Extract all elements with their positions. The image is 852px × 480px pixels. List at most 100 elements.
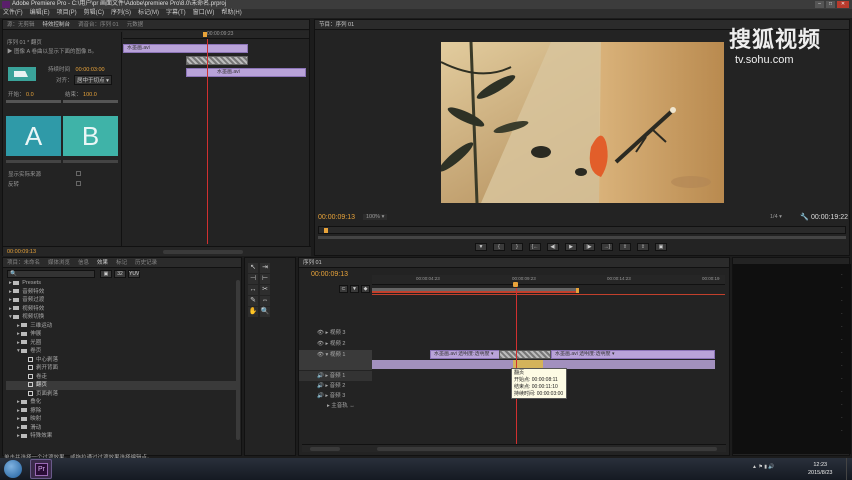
yuv-effects-icon[interactable]: YUV: [128, 270, 140, 278]
tree-item-wipe[interactable]: ▸ 擦除: [6, 407, 236, 416]
track-video-2[interactable]: 👁 ▸ 视频 2: [299, 339, 372, 349]
mark-in-button[interactable]: ▼: [475, 243, 487, 251]
maximize-button[interactable]: □: [826, 1, 835, 8]
menu-edit[interactable]: 编辑(E): [30, 9, 50, 18]
show-desktop-button[interactable]: [846, 458, 852, 480]
timeline-zoom-slider[interactable]: [310, 447, 340, 451]
ripple-tool-icon[interactable]: ⊣: [248, 274, 258, 284]
tree-item-audio-transitions[interactable]: ▸ 音频过渡: [6, 296, 236, 305]
mini-playhead-marker[interactable]: [203, 32, 207, 37]
go-to-in-button[interactable]: }: [511, 243, 523, 251]
taskbar-clock[interactable]: 12:23 2015/8/23: [808, 461, 832, 477]
tree-item-dissolve[interactable]: ▸ 叠化: [6, 398, 236, 407]
program-current-time[interactable]: 00:00:09:13: [318, 214, 355, 221]
end-slider[interactable]: [63, 100, 118, 103]
play-icon[interactable]: ▶: [7, 49, 14, 55]
tree-item-special-effect[interactable]: ▸ 特殊效果: [6, 432, 236, 441]
pen-tool-icon[interactable]: ✎: [248, 296, 258, 306]
tab-media-browser[interactable]: 媒体浏览: [48, 258, 70, 267]
work-area-end[interactable]: [576, 288, 579, 293]
go-to-in-point-button[interactable]: {←: [529, 243, 541, 251]
start-value[interactable]: 0.0: [26, 92, 34, 98]
zoom-tool-icon[interactable]: 🔍: [260, 307, 270, 317]
accelerated-effects-icon[interactable]: ▣: [100, 270, 112, 278]
snap-icon[interactable]: ⊂: [339, 285, 348, 293]
set-encore-marker-icon[interactable]: ◆: [361, 285, 370, 293]
menu-clip[interactable]: 剪辑(C): [84, 9, 104, 18]
hand-tool-icon[interactable]: ✋: [248, 307, 258, 317]
transition-bar[interactable]: [186, 56, 248, 65]
slip-tool-icon[interactable]: ⇔: [260, 296, 270, 306]
program-zoom-bar[interactable]: [318, 236, 846, 239]
tab-info[interactable]: 信息: [78, 258, 89, 267]
program-playhead[interactable]: [324, 228, 328, 233]
tab-source[interactable]: 源：无剪辑: [7, 20, 35, 29]
program-resolution-dropdown[interactable]: 1/4 ▾: [770, 214, 782, 220]
rolling-tool-icon[interactable]: ⊢: [260, 274, 270, 284]
tab-history[interactable]: 历史记录: [135, 258, 157, 267]
track-video-1[interactable]: 👁 ▾ 视频 1: [299, 350, 372, 370]
tree-item-map[interactable]: ▸ 映射: [6, 415, 236, 424]
tree-item-presets[interactable]: ▸ Presets: [6, 279, 236, 288]
timeline-current-time[interactable]: 00:00:09:13: [311, 271, 348, 278]
timeline-scrollbar[interactable]: [377, 447, 717, 451]
timeline-ruler[interactable]: 00:00:04:23 00:00:09:23 00:00:14:23 00:0…: [372, 275, 725, 285]
program-fit-dropdown[interactable]: 100% ▾: [363, 214, 388, 220]
effects-search-input[interactable]: 🔍: [7, 270, 95, 278]
tree-item-3d-motion[interactable]: ▸ 三维运动: [6, 322, 236, 331]
selection-tool-icon[interactable]: ↖: [248, 263, 258, 273]
mini-ruler[interactable]: 00:00:09:23: [123, 31, 309, 39]
track-master[interactable]: ▸ 主音轨 ↔: [299, 401, 372, 411]
end-value[interactable]: 100.0: [83, 92, 97, 98]
lift-button[interactable]: ⇧: [619, 243, 631, 251]
extract-button[interactable]: ⇪: [637, 243, 649, 251]
export-frame-button[interactable]: ▣: [655, 243, 667, 251]
program-time-ruler[interactable]: [318, 226, 846, 234]
menu-marker[interactable]: 标记(M): [138, 9, 159, 18]
step-back-icon[interactable]: ◀|: [547, 243, 559, 251]
razor-tool-icon[interactable]: ✂: [260, 285, 270, 295]
tab-effect-controls[interactable]: 特效控制台: [43, 20, 71, 29]
start-slider[interactable]: [6, 100, 61, 103]
menu-help[interactable]: 帮助(H): [221, 9, 241, 18]
tree-item-page-turn[interactable]: 翻页: [6, 381, 236, 390]
timeline-transition[interactable]: [499, 350, 551, 359]
tray-icons[interactable]: ▲ ⚑ ▮ 🔊: [752, 464, 775, 470]
tab-sequence-01[interactable]: 序列 01: [303, 258, 322, 267]
show-source-checkbox[interactable]: [76, 171, 81, 176]
go-to-out-button[interactable]: →}: [601, 243, 613, 251]
menu-sequence[interactable]: 序列(S): [111, 9, 131, 18]
menu-title[interactable]: 字幕(T): [166, 9, 186, 18]
menu-window[interactable]: 窗口(W): [193, 9, 215, 18]
tab-program[interactable]: 节目：序列 01: [319, 20, 354, 29]
track-audio-1[interactable]: 🔊 ▸ 音频 1: [299, 371, 372, 381]
clip-a-bar[interactable]: 水墨画.avi: [123, 44, 248, 53]
tree-item-page-peel-fx[interactable]: 页面剥落: [6, 390, 236, 399]
tree-item-roll-away[interactable]: 卷走: [6, 373, 236, 382]
timeline-clip-2[interactable]: 水墨画.avi 透明度:透明度 ▾: [551, 350, 715, 359]
timeline-playhead-handle[interactable]: [513, 282, 518, 287]
rate-stretch-tool-icon[interactable]: ↔: [248, 285, 258, 295]
effects-scrollbar[interactable]: [236, 280, 240, 440]
track-audio-3[interactable]: 🔊 ▸ 音频 3: [299, 391, 372, 401]
clip-b-bar[interactable]: 水墨画.avi: [186, 68, 306, 77]
track-audio-2[interactable]: 🔊 ▸ 音频 2: [299, 381, 372, 391]
effect-controls-scrollbar[interactable]: [163, 250, 243, 254]
mark-out-button[interactable]: {: [493, 243, 505, 251]
32bit-effects-icon[interactable]: 32: [114, 270, 126, 278]
tab-audio-mixer[interactable]: 调音台：序列 01: [78, 20, 119, 29]
duration-value[interactable]: 00:00:03:00: [76, 67, 105, 73]
track-select-tool-icon[interactable]: ⇥: [260, 263, 270, 273]
tree-item-video-transitions[interactable]: ▾ 视频切换: [6, 313, 236, 322]
tree-item-iris[interactable]: ▸ 光圈: [6, 339, 236, 348]
tree-item-page-peel[interactable]: ▾ 卷页: [6, 347, 236, 356]
tree-item-center-peel[interactable]: 中心剥落: [6, 356, 236, 365]
windows-start-icon[interactable]: [4, 460, 22, 478]
tab-effects[interactable]: 效果: [97, 258, 108, 267]
add-marker-icon[interactable]: ▼: [350, 285, 359, 293]
menu-file[interactable]: 文件(F): [3, 9, 23, 18]
wrench-icon[interactable]: 🔧: [800, 213, 809, 221]
menu-project[interactable]: 项目(P): [57, 9, 77, 18]
tree-item-stretch[interactable]: ▸ 伸展: [6, 330, 236, 339]
reverse-checkbox[interactable]: [76, 181, 81, 186]
